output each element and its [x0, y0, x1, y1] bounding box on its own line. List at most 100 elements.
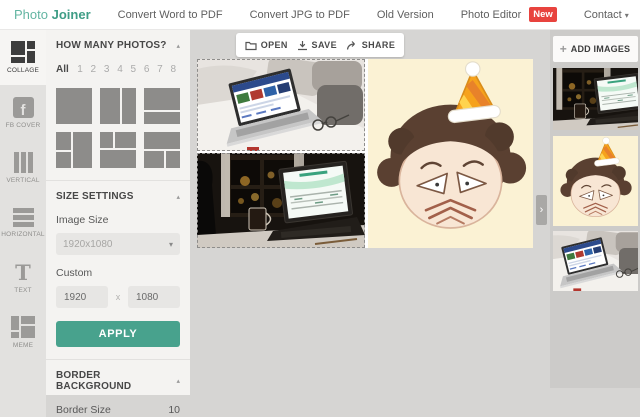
nav-photo-editor[interactable]: Photo Editor: [461, 9, 522, 21]
sidebar-item-meme[interactable]: MEME: [0, 305, 46, 360]
layout-option-4[interactable]: [56, 132, 92, 168]
add-images-button[interactable]: + ADD IMAGES: [552, 36, 638, 62]
border-size-value: 10: [168, 404, 180, 416]
dimension-separator: x: [115, 292, 121, 302]
sidebar-label: HORIZONTAL: [1, 230, 45, 238]
sidebar-item-horizontal[interactable]: HORIZONTAL: [0, 195, 46, 250]
border-size-row: Border Size 10: [56, 404, 180, 416]
image-size-value: 1920x1080: [63, 238, 113, 250]
nav-contact[interactable]: Contact ▾: [584, 9, 629, 21]
caret-down-icon: ▾: [624, 10, 629, 20]
horizontal-bars-icon: [12, 207, 34, 227]
layout-option-1[interactable]: [56, 88, 92, 124]
how-many-photos-header[interactable]: HOW MANY PHOTOS? ▴: [56, 40, 180, 51]
nav-old-version[interactable]: Old Version: [377, 9, 434, 21]
contact-label: Contact: [583, 8, 622, 21]
chevron-up-icon: ▴: [176, 42, 180, 50]
folder-icon: [245, 41, 257, 50]
border-size-label: Border Size: [56, 404, 111, 416]
custom-label: Custom: [56, 267, 93, 279]
sidebar-label: FB COVER: [5, 121, 41, 129]
save-button[interactable]: SAVE: [297, 40, 337, 51]
save-label: SAVE: [311, 40, 337, 50]
open-label: OPEN: [260, 40, 288, 50]
filter-3[interactable]: 3: [100, 64, 113, 75]
vertical-bars-icon: [13, 151, 33, 173]
layout-option-3[interactable]: [144, 88, 180, 124]
photo-count-filters: All 1 2 3 4 5 6 7 8: [56, 64, 180, 75]
photo-desk-laptop: [197, 153, 365, 248]
chevron-up-icon: ▴: [176, 378, 180, 385]
images-tray: + ADD IMAGES: [550, 30, 640, 388]
custom-height-input[interactable]: [128, 286, 180, 308]
layout-option-2[interactable]: [100, 88, 136, 124]
sidebar-item-fb-cover[interactable]: f FB COVER: [0, 85, 46, 140]
sidebar-label: COLLAGE: [6, 67, 40, 74]
sidebar-item-collage[interactable]: COLLAGE: [0, 30, 46, 85]
facebook-icon: f: [12, 96, 34, 118]
section-title: BORDER BACKGROUND: [56, 370, 132, 392]
left-icon-sidebar: COLLAGE f FB COVER VERTICAL HORIZONTAL T…: [0, 30, 46, 417]
layout-option-5[interactable]: [100, 132, 136, 168]
app-logo[interactable]: Photo Joiner: [14, 7, 91, 22]
photojoiner-app: Photo Joiner Convert Word to PDF Convert…: [0, 0, 640, 417]
add-images-label: ADD IMAGES: [570, 44, 631, 54]
collage-cell-cartoon[interactable]: [368, 59, 533, 248]
collage-cell-desk-photo[interactable]: [197, 153, 365, 248]
logo-part-1: Photo: [14, 7, 48, 22]
share-label: SHARE: [361, 40, 396, 50]
layout-options-grid: [56, 88, 180, 168]
image-size-label: Image Size: [56, 214, 109, 226]
meme-icon: [11, 316, 35, 338]
share-icon: [346, 40, 355, 50]
filter-5[interactable]: 5: [127, 64, 140, 75]
layout-option-6[interactable]: [144, 132, 180, 168]
sidebar-item-text[interactable]: T TEXT: [0, 250, 46, 305]
open-button[interactable]: OPEN: [245, 40, 288, 51]
tray-thumbnail-desk-photo[interactable]: [553, 68, 638, 130]
chevron-right-icon: ›: [539, 204, 544, 216]
photo-bed-laptop: [197, 59, 365, 151]
filter-8[interactable]: 8: [167, 64, 180, 75]
size-settings-section: SIZE SETTINGS ▴ Image Size 1920x1080 ▾ C…: [46, 180, 190, 359]
cartoon-face-thumb: [553, 136, 638, 226]
sidebar-label: TEXT: [14, 286, 32, 294]
panel-expand-handle[interactable]: ›: [536, 195, 547, 225]
collage-cell-bed-photo[interactable]: [197, 59, 365, 151]
nav-convert-jpg-to-pdf[interactable]: Convert JPG to PDF: [250, 9, 350, 21]
sidebar-label: MEME: [12, 342, 34, 349]
filter-all[interactable]: All: [56, 64, 73, 75]
photo-bed-laptop-thumb: [553, 231, 638, 291]
nav-convert-word-to-pdf[interactable]: Convert Word to PDF: [118, 9, 223, 21]
section-title: HOW MANY PHOTOS?: [56, 40, 167, 51]
sidebar-label: VERTICAL: [6, 176, 40, 184]
apply-button[interactable]: APPLY: [56, 321, 180, 347]
filter-1[interactable]: 1: [73, 64, 86, 75]
image-size-select[interactable]: 1920x1080 ▾: [56, 233, 180, 255]
custom-width-input[interactable]: [56, 286, 108, 308]
collage-icon: [11, 41, 35, 63]
border-background-section: BORDER BACKGROUND ▴ Border Size 10: [46, 359, 190, 417]
chevron-up-icon: ▴: [176, 193, 180, 201]
tray-thumbnail-cartoon[interactable]: [553, 136, 638, 226]
how-many-photos-section: HOW MANY PHOTOS? ▴ All 1 2 3 4 5 6 7 8: [46, 30, 190, 180]
border-background-header[interactable]: BORDER BACKGROUND ▴: [56, 370, 180, 392]
filter-6[interactable]: 6: [140, 64, 153, 75]
canvas-toolbar: OPEN SAVE SHARE: [236, 33, 404, 57]
tray-thumbnail-bed-photo[interactable]: [553, 231, 638, 291]
plus-icon: +: [559, 42, 567, 56]
text-icon: T: [15, 259, 31, 285]
logo-part-2: Joiner: [51, 7, 91, 22]
sidebar-item-vertical[interactable]: VERTICAL: [0, 140, 46, 195]
share-button[interactable]: SHARE: [346, 40, 396, 51]
download-icon: [297, 40, 307, 50]
collage-canvas: [197, 59, 533, 248]
filter-7[interactable]: 7: [153, 64, 166, 75]
filter-4[interactable]: 4: [113, 64, 126, 75]
photo-desk-laptop-thumb: [553, 68, 638, 130]
custom-size-row: x: [56, 286, 180, 308]
size-settings-header[interactable]: SIZE SETTINGS ▴: [56, 191, 180, 202]
cartoon-face-image: [368, 59, 533, 248]
top-navbar: Photo Joiner Convert Word to PDF Convert…: [0, 0, 640, 30]
filter-2[interactable]: 2: [87, 64, 100, 75]
